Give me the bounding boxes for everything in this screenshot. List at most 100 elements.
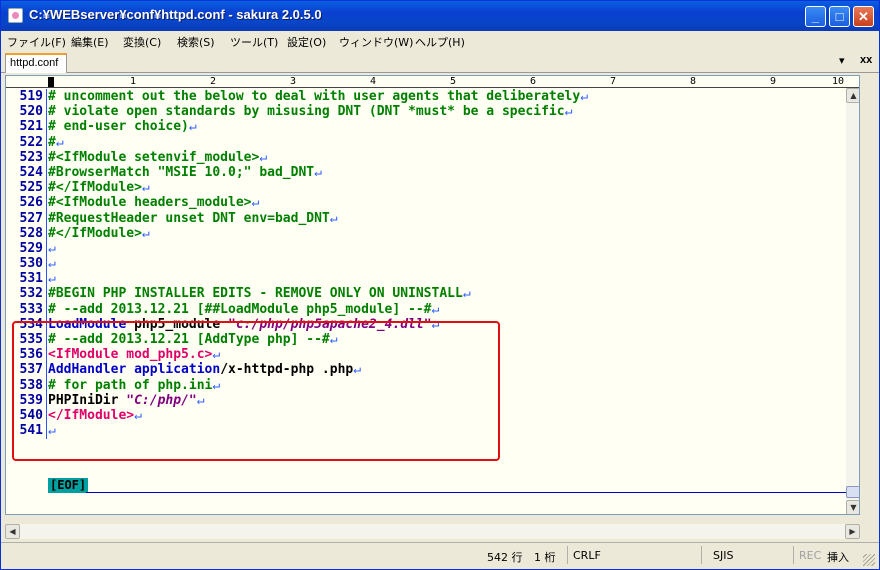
code-token: # uncomment out the below to deal with u…	[48, 89, 581, 104]
minimize-button[interactable]: _	[805, 6, 826, 27]
code-line[interactable]: 526 #<IfModule headers_module>↵	[6, 195, 859, 211]
status-bar: 542 行 1 桁 CRLF SJIS REC 挿入	[1, 542, 879, 569]
line-end-mark-icon: ↵	[259, 149, 268, 165]
line-number: 533	[19, 301, 43, 317]
menu-search[interactable]: 検索(S)	[177, 34, 215, 50]
scroll-left-arrow-icon[interactable]: ◀	[5, 524, 20, 539]
title-bar[interactable]: C:¥WEBserver¥conf¥httpd.conf - sakura 2.…	[1, 1, 879, 31]
line-text: # --add 2013.12.21 [##LoadModule php5_mo…	[48, 302, 439, 317]
ruler-mark: 9	[770, 76, 777, 87]
ruler-mark: 5	[450, 76, 457, 87]
menu-window[interactable]: ウィンドウ(W)	[339, 34, 413, 50]
line-number: 531	[19, 271, 43, 287]
line-number: 519	[19, 89, 43, 104]
line-number: 521	[19, 119, 43, 135]
vertical-scrollbar[interactable]: ▲ ▼	[846, 88, 859, 514]
line-end-mark-icon: ↵	[48, 256, 56, 272]
line-number: 532	[19, 286, 43, 302]
code-token: #<IfModule setenvif_module>	[48, 149, 260, 165]
menu-file[interactable]: ファイル(F)	[7, 34, 66, 50]
ruler-mark: 8	[690, 76, 697, 87]
menu-edit[interactable]: 編集(E)	[71, 34, 109, 50]
code-line[interactable]: 533 # --add 2013.12.21 [##LoadModule php5…	[6, 301, 859, 317]
line-end-mark-icon: ↵	[580, 89, 589, 104]
tab-httpd-conf[interactable]: httpd.conf	[5, 53, 67, 73]
line-number: 523	[19, 149, 43, 165]
line-end-mark-icon: ↵	[188, 119, 197, 135]
resize-grip-icon[interactable]	[863, 554, 875, 566]
code-line[interactable]: 524 #BrowserMatch "MSIE 10.0;" bad_DNT↵	[6, 164, 859, 180]
line-end-mark-icon: ↵	[48, 271, 56, 287]
ruler-mark: 3	[290, 76, 297, 87]
code-line[interactable]: 530 ↵	[6, 256, 859, 272]
line-end-mark-icon: ↵	[48, 240, 56, 256]
code-token: # violate open standards by misusing DNT…	[48, 104, 565, 120]
window-title: C:¥WEBserver¥conf¥httpd.conf - sakura 2.…	[29, 7, 322, 22]
line-text: #</IfModule>↵	[48, 226, 150, 241]
code-line[interactable]: 528 #</IfModule>↵	[6, 225, 859, 241]
line-number: 526	[19, 195, 43, 211]
code-token: #<IfModule headers_module>	[48, 195, 252, 211]
line-text: #<IfModule headers_module>↵	[48, 195, 259, 210]
close-button[interactable]: ✕	[853, 6, 874, 27]
code-token: # --add 2013.12.21 [##LoadModule php5_mo…	[48, 301, 432, 317]
menu-settings[interactable]: 設定(O)	[287, 34, 326, 50]
ruler-cursor-marker	[48, 77, 54, 87]
ruler-mark: 6	[530, 76, 537, 87]
line-number: 527	[19, 210, 43, 226]
line-text: #BEGIN PHP INSTALLER EDITS - REMOVE ONLY…	[48, 286, 471, 301]
line-end-mark-icon: ↵	[141, 225, 150, 241]
code-line[interactable]: 520 # violate open standards by misusing …	[6, 104, 859, 120]
code-token: #RequestHeader unset DNT env=bad_DNT	[48, 210, 330, 226]
line-number: 530	[19, 256, 43, 272]
line-text: #BrowserMatch "MSIE 10.0;" bad_DNT↵	[48, 165, 322, 180]
ruler-mark: 2	[210, 76, 217, 87]
maximize-button[interactable]: □	[829, 6, 850, 27]
line-number: 524	[19, 164, 43, 180]
status-separator	[567, 546, 568, 564]
code-line[interactable]: 521 # end-user choice)↵	[6, 119, 859, 135]
status-column: 1 桁	[534, 551, 556, 564]
ruler-mark: 10	[832, 76, 845, 87]
scroll-up-arrow-icon[interactable]: ▲	[846, 88, 859, 103]
text-editor-area[interactable]: 1 2 3 4 5 6 7 8 9 10 519 # uncomment out …	[5, 75, 860, 515]
code-line[interactable]: 523 #<IfModule setenvif_module>↵	[6, 149, 859, 165]
code-token: #BrowserMatch "MSIE 10.0;" bad_DNT	[48, 164, 315, 180]
horizontal-scrollbar[interactable]: ◀ ▶	[5, 524, 860, 539]
line-text: ↵	[48, 271, 56, 286]
vertical-scroll-thumb[interactable]	[846, 486, 859, 498]
line-number: 525	[19, 180, 43, 196]
code-line[interactable]: 529 ↵	[6, 241, 859, 256]
code-line[interactable]: 532 #BEGIN PHP INSTALLER EDITS - REMOVE O…	[6, 286, 859, 302]
code-line[interactable]: 527 #RequestHeader unset DNT env=bad_DNT↵	[6, 210, 859, 226]
app-icon[interactable]	[8, 8, 23, 23]
code-line[interactable]: 531 ↵	[6, 271, 859, 287]
line-number: 522	[19, 134, 43, 150]
ruler-mark: 1	[130, 76, 137, 87]
code-line[interactable]: 522 #↵	[6, 134, 859, 150]
scroll-right-arrow-icon[interactable]: ▶	[845, 524, 860, 539]
tab-list-dropdown-icon[interactable]: ▾	[839, 54, 845, 67]
line-text: ↵	[48, 241, 56, 256]
menu-tools[interactable]: ツール(T)	[230, 34, 278, 50]
menu-bar: ファイル(F) 編集(E) 変換(C) 検索(S) ツール(T) 設定(O) ウ…	[1, 31, 879, 51]
line-end-mark-icon: ↵	[462, 286, 471, 302]
line-text: #</IfModule>↵	[48, 180, 150, 195]
status-newline: CRLF	[573, 549, 601, 562]
code-token: #</IfModule>	[48, 180, 142, 196]
cursor-line-underline	[86, 492, 859, 493]
status-separator	[793, 546, 794, 564]
line-end-mark-icon: ↵	[314, 164, 322, 180]
line-end-mark-icon: ↵	[141, 180, 150, 196]
code-line[interactable]: 519 # uncomment out the below to deal wit…	[6, 89, 859, 104]
scroll-down-arrow-icon[interactable]: ▼	[846, 500, 859, 514]
code-line[interactable]: 525 #</IfModule>↵	[6, 180, 859, 196]
code-token: #	[48, 134, 56, 150]
line-number: 528	[19, 225, 43, 241]
status-rec: REC	[799, 549, 822, 562]
menu-convert[interactable]: 変換(C)	[123, 34, 161, 50]
tab-close-all-button[interactable]: xx	[860, 54, 872, 66]
editor-window: C:¥WEBserver¥conf¥httpd.conf - sakura 2.…	[0, 0, 880, 570]
menu-help[interactable]: ヘルプ(H)	[415, 34, 465, 50]
code-token: #</IfModule>	[48, 225, 142, 241]
